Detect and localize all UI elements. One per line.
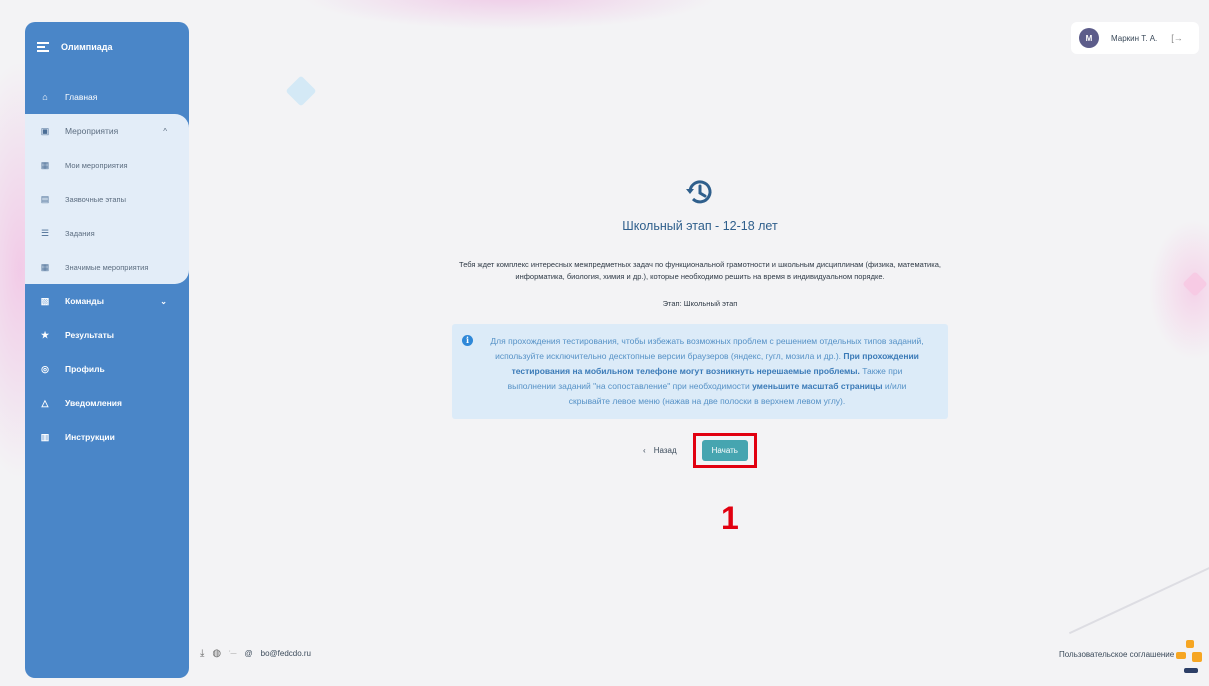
separator-icon: ʼ— [229,650,237,657]
user-name: Маркин Т. А. [1111,33,1158,43]
notice-bold-text: уменьшите масштаб страницы [752,381,883,391]
chevron-down-icon: ⌄ [160,296,167,306]
sidebar: Олимпиада ⌂ Главная ▣ Мероприятия ^ ▦ Мо… [25,22,189,678]
logout-icon[interactable]: [→ [1171,33,1183,43]
app-title: Олимпиада [61,42,113,52]
user-agreement-link[interactable]: Пользовательское соглашение [1059,650,1183,659]
sidebar-submenu-events: ▣ Мероприятия ^ ▦ Мои мероприятия ▤ Заяв… [25,114,189,284]
brand-logo-icon [1176,640,1204,680]
stage-label: Этап: Школьный этап [662,299,738,308]
calendar-icon: ▣ [40,125,50,136]
sidebar-item-tasks[interactable]: ☰ Задания [25,216,189,250]
at-icon: @ [244,649,253,658]
sidebar-item-application-stages[interactable]: ▤ Заявочные этапы [25,182,189,216]
history-icon [686,180,712,204]
calendar-grid-icon: ▦ [40,159,50,170]
sidebar-item-notifications[interactable]: △ Уведомления [25,386,189,420]
sidebar-item-label: Результаты [65,330,115,340]
page-title: Школьный этап - 12-18 лет [622,219,778,233]
sidebar-item-label: Заявочные этапы [65,194,126,204]
sidebar-item-home[interactable]: ⌂ Главная [25,80,189,114]
bell-icon: △ [41,397,49,408]
background-decoration [1068,547,1209,635]
avatar[interactable]: М [1079,28,1099,48]
sidebar-item-label: Задания [65,228,95,238]
main-content: Школьный этап - 12-18 лет Тебя ждет комп… [450,170,950,468]
calendar-star-icon: ▦ [40,261,50,272]
clipboard-icon: ▧ [40,295,50,306]
globe-icon[interactable]: ◍ [212,648,221,659]
browser-notice: i Для прохождения тестирования, чтобы из… [452,324,948,419]
user-menu[interactable]: М Маркин Т. А. [→ [1071,22,1199,54]
back-button[interactable]: ‹ Назад [643,446,677,455]
stage-description: Тебя ждет комплекс интересных межпредмет… [459,260,941,281]
sidebar-item-significant-events[interactable]: ▦ Значимые мероприятия [25,250,189,284]
annotation-marker: 1 [721,500,739,536]
back-label: Назад [653,446,677,455]
sidebar-item-label: Инструкции [65,432,115,442]
sidebar-item-my-events[interactable]: ▦ Мои мероприятия [25,148,189,182]
sidebar-item-instructions[interactable]: ▥ Инструкции [25,420,189,454]
info-icon: i [462,335,473,346]
contact-email[interactable]: bo@fedcdo.ru [261,649,311,658]
menu-toggle-icon[interactable] [37,40,49,55]
footer-contacts: ⤓ ◍ ʼ— @ bo@fedcdo.ru [200,648,311,659]
chevron-up-icon: ^ [163,126,167,136]
start-button[interactable]: Начать [701,440,748,461]
book-icon: ▥ [40,431,50,442]
tasks-icon: ☰ [40,227,50,238]
sidebar-item-label: Уведомления [65,398,122,408]
download-icon[interactable]: ⤓ [200,648,204,659]
sidebar-item-label: Главная [65,92,98,102]
list-box-icon: ▤ [40,193,50,204]
background-decoration [300,0,720,30]
sidebar-item-label: Мероприятия [65,126,119,136]
sidebar-item-label: Профиль [65,364,105,374]
sidebar-item-label: Мои мероприятия [65,160,128,170]
sidebar-item-label: Команды [65,296,104,306]
highlight-box: Начать [692,433,757,468]
sidebar-item-label: Значимые мероприятия [65,262,149,272]
action-bar: ‹ Назад Начать [450,433,950,468]
sidebar-item-results[interactable]: ★ Результаты [25,318,189,352]
chevron-left-icon: ‹ [643,446,646,455]
sidebar-item-events[interactable]: ▣ Мероприятия ^ [25,114,189,148]
sidebar-item-teams[interactable]: ▧ Команды ⌄ [25,284,189,318]
sidebar-item-profile[interactable]: ◎ Профиль [25,352,189,386]
user-icon: ◎ [41,363,49,374]
home-icon: ⌂ [42,92,48,102]
sidebar-header: Олимпиада [25,22,189,72]
trophy-icon: ★ [40,329,50,340]
background-sparkle [285,75,317,107]
